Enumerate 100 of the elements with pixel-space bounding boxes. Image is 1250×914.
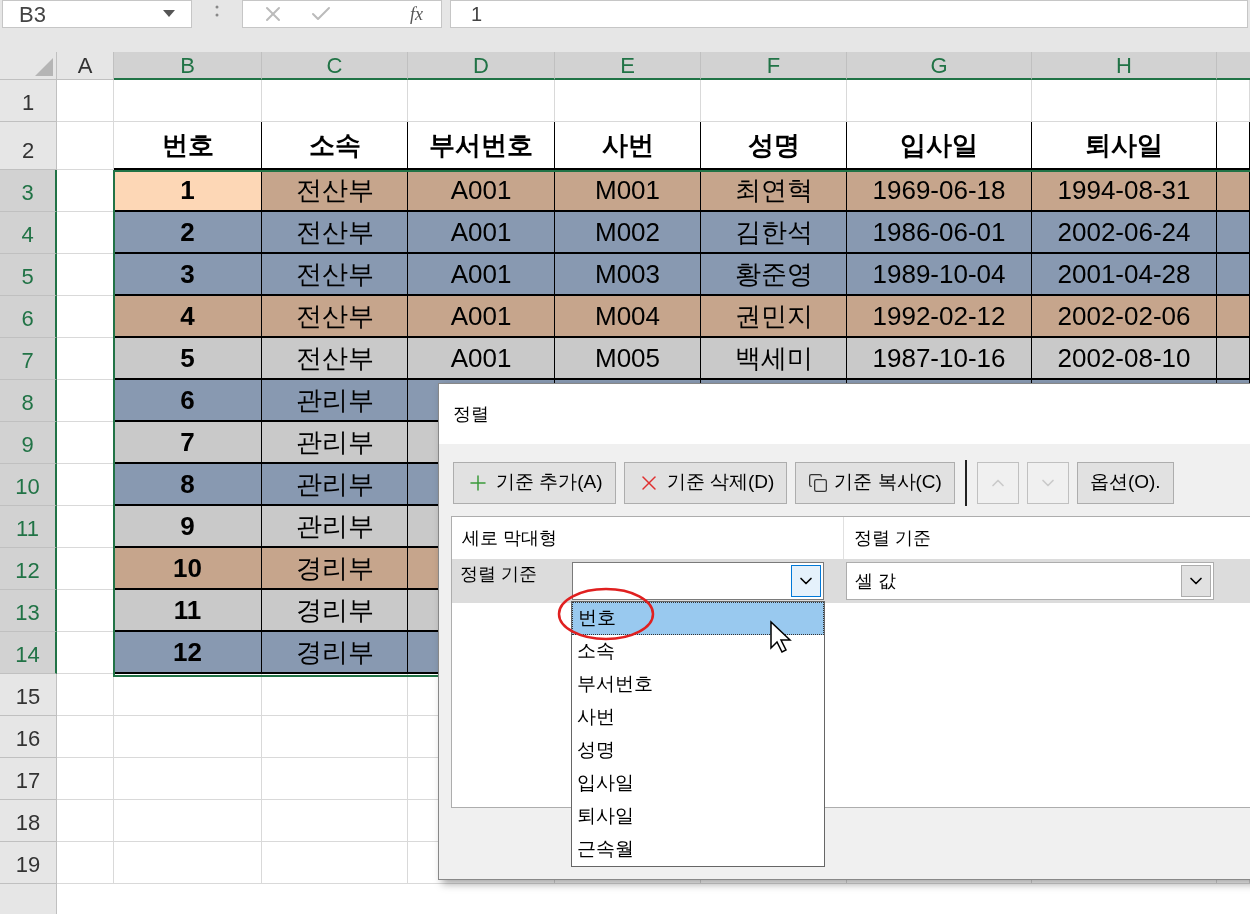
table-cell: 경리부: [262, 548, 408, 590]
table-cell: [1217, 254, 1250, 296]
column-header[interactable]: H: [1032, 52, 1217, 80]
name-box[interactable]: B3: [2, 0, 192, 28]
column-header[interactable]: [1217, 52, 1250, 80]
options-button[interactable]: 옵션(O).: [1076, 461, 1174, 504]
dialog-title: 정렬: [453, 402, 489, 426]
table-cell: 2002-08-10: [1032, 338, 1217, 380]
column-header[interactable]: D: [408, 52, 555, 80]
column-header[interactable]: B: [114, 52, 262, 80]
table-cell: 전산부: [262, 338, 408, 380]
table-cell: 2002-02-06: [1032, 296, 1217, 338]
row-header[interactable]: 3: [0, 170, 57, 212]
dropdown-item[interactable]: 사번: [572, 701, 824, 734]
dropdown-item[interactable]: 부서번호: [572, 668, 824, 701]
dropdown-item[interactable]: 입사일: [572, 767, 824, 800]
table-cell: 1: [114, 170, 262, 212]
table-cell: 경리부: [262, 632, 408, 674]
header-cell: 소속: [262, 122, 408, 170]
dropdown-item[interactable]: 소속: [572, 635, 824, 668]
row-header[interactable]: 16: [0, 716, 57, 758]
row-header[interactable]: 7: [0, 338, 57, 380]
row-header[interactable]: 11: [0, 506, 57, 548]
delete-level-button[interactable]: 기준 삭제(D): [623, 461, 788, 504]
dropdown-button[interactable]: [791, 565, 821, 597]
table-cell: 관리부: [262, 506, 408, 548]
add-level-button[interactable]: 기준 추가(A): [453, 461, 616, 504]
column-header[interactable]: A: [57, 52, 114, 80]
table-cell: A001: [408, 170, 555, 212]
row-header[interactable]: 12: [0, 548, 57, 590]
table-cell: A001: [408, 338, 555, 380]
table-cell: 1992-02-12: [847, 296, 1032, 338]
table-cell: 1969-06-18: [847, 170, 1032, 212]
row-header[interactable]: 6: [0, 296, 57, 338]
table-cell: 백세미: [701, 338, 847, 380]
table-cell: [1217, 170, 1250, 212]
dropdown-item[interactable]: 번호: [572, 602, 824, 635]
header-cell: 부서번호: [408, 122, 555, 170]
dropdown-item[interactable]: 근속월: [572, 833, 824, 866]
table-cell: 4: [114, 296, 262, 338]
row-header[interactable]: 19: [0, 842, 57, 884]
table-cell: 전산부: [262, 296, 408, 338]
row-header[interactable]: 13: [0, 590, 57, 632]
table-cell: 최연혁: [701, 170, 847, 212]
row-header[interactable]: 14: [0, 632, 57, 674]
caret-icon: [163, 10, 175, 18]
table-cell: 전산부: [262, 254, 408, 296]
table-cell: M003: [555, 254, 701, 296]
table-cell: M004: [555, 296, 701, 338]
column-header[interactable]: C: [262, 52, 408, 80]
row-header[interactable]: 17: [0, 758, 57, 800]
header-cell: 성명: [701, 122, 847, 170]
table-cell: 권민지: [701, 296, 847, 338]
row-header[interactable]: 18: [0, 800, 57, 842]
row-label: 정렬 기준: [459, 563, 538, 586]
mouse-cursor-icon: [769, 620, 793, 654]
row-header[interactable]: [0, 884, 57, 914]
table-cell: 황준영: [701, 254, 847, 296]
table-cell: 2001-04-28: [1032, 254, 1217, 296]
table-cell: M005: [555, 338, 701, 380]
row-header[interactable]: 5: [0, 254, 57, 296]
sort-on-dropdown[interactable]: 셀 값: [846, 562, 1214, 600]
row-header[interactable]: 1: [0, 80, 57, 122]
row-header[interactable]: 10: [0, 464, 57, 506]
copy-level-button[interactable]: 기준 복사(C): [795, 461, 955, 504]
row-header[interactable]: 9: [0, 422, 57, 464]
column-heading: 정렬 기준: [853, 526, 931, 550]
row-header[interactable]: 15: [0, 674, 57, 716]
table-cell: M001: [555, 170, 701, 212]
table-cell: 2002-06-24: [1032, 212, 1217, 254]
table-cell: 2: [114, 212, 262, 254]
copy-icon: [808, 472, 829, 493]
triangle-icon: [35, 58, 53, 76]
table-cell: A001: [408, 212, 555, 254]
column-header[interactable]: E: [555, 52, 701, 80]
table-cell: 1987-10-16: [847, 338, 1032, 380]
table-cell: 9: [114, 506, 262, 548]
table-cell: 1994-08-31: [1032, 170, 1217, 212]
table-cell: 관리부: [262, 464, 408, 506]
table-cell: 전산부: [262, 170, 408, 212]
table-cell: 5: [114, 338, 262, 380]
table-cell: [1217, 296, 1250, 338]
table-cell: [1217, 212, 1250, 254]
function-button[interactable]: fx: [410, 0, 423, 28]
column-header[interactable]: G: [847, 52, 1032, 80]
column-dropdown[interactable]: [572, 562, 824, 600]
table-cell: 8: [114, 464, 262, 506]
formula-field[interactable]: 1: [450, 0, 1248, 28]
column-header[interactable]: F: [701, 52, 847, 80]
dropdown-button[interactable]: [1181, 565, 1211, 597]
table-cell: 김한석: [701, 212, 847, 254]
select-all-corner[interactable]: [0, 52, 57, 80]
dropdown-item[interactable]: 퇴사일: [572, 800, 824, 833]
row-header[interactable]: 8: [0, 380, 57, 422]
dropdown-item[interactable]: 성명: [572, 734, 824, 767]
table-cell: 10: [114, 548, 262, 590]
row-header[interactable]: 4: [0, 212, 57, 254]
header-cell: 번호: [114, 122, 262, 170]
row-header[interactable]: 2: [0, 122, 57, 170]
table-cell: 관리부: [262, 380, 408, 422]
